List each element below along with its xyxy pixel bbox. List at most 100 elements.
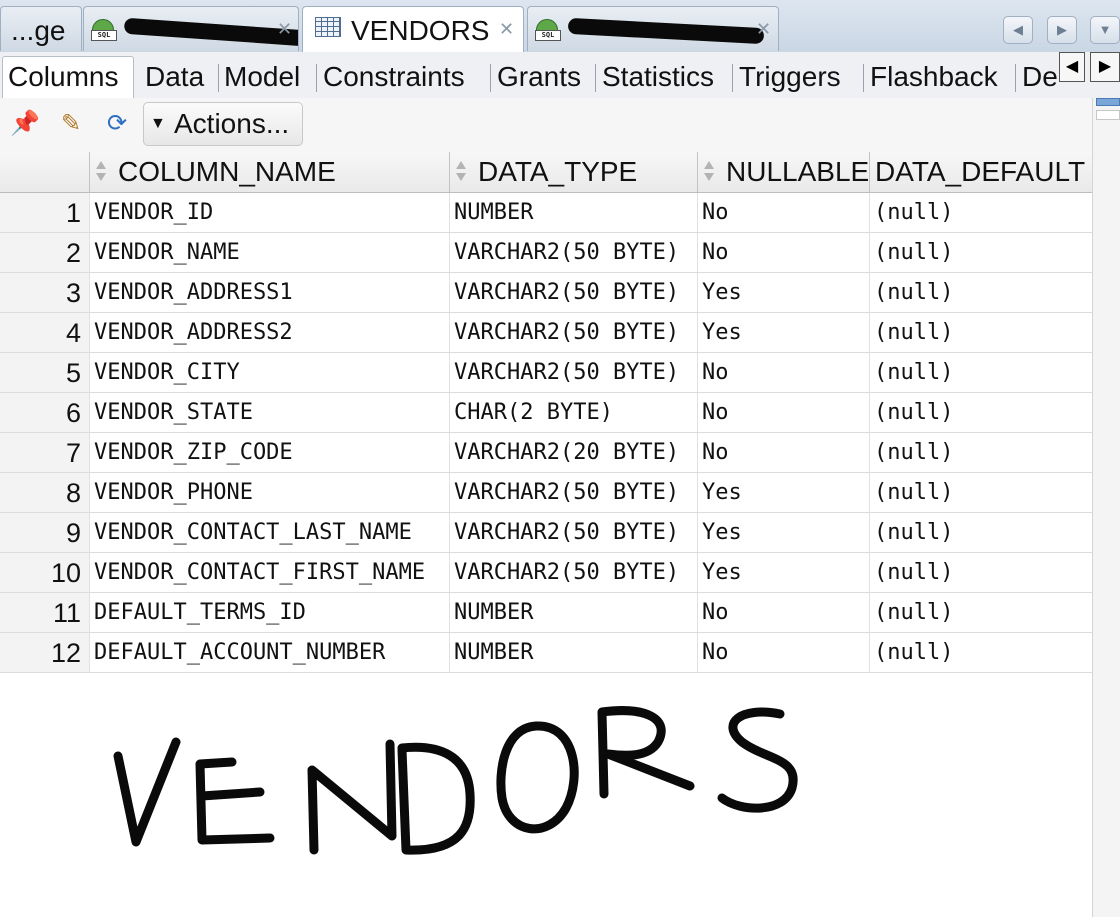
close-icon[interactable]: ✕ — [277, 7, 292, 51]
table-row[interactable]: 12 DEFAULT_ACCOUNT_NUMBER NUMBER No (null) — [0, 633, 1092, 673]
cell-data-default[interactable]: (null) — [870, 193, 1092, 232]
vertical-scrollbar[interactable] — [1092, 98, 1120, 917]
cell-data-default[interactable]: (null) — [870, 233, 1092, 272]
cell-data-default[interactable]: (null) — [870, 473, 1092, 512]
row-number[interactable]: 12 — [0, 633, 90, 672]
cell-column-name[interactable]: VENDOR_STATE — [90, 393, 450, 432]
cell-data-type[interactable]: VARCHAR2(50 BYTE) — [450, 553, 698, 592]
cell-nullable[interactable]: Yes — [698, 513, 870, 552]
refresh-icon[interactable]: ⟳ — [102, 110, 132, 138]
table-row[interactable]: 11 DEFAULT_TERMS_ID NUMBER No (null) — [0, 593, 1092, 633]
row-number[interactable]: 8 — [0, 473, 90, 512]
cell-data-type[interactable]: NUMBER — [450, 193, 698, 232]
cell-data-default[interactable]: (null) — [870, 273, 1092, 312]
cell-data-type[interactable]: NUMBER — [450, 593, 698, 632]
tab-constraints[interactable]: Constraints — [323, 57, 465, 97]
doc-tab-redacted-1[interactable]: SQL ✕ — [83, 6, 299, 51]
cell-column-name[interactable]: VENDOR_ADDRESS2 — [90, 313, 450, 352]
cell-data-type[interactable]: VARCHAR2(50 BYTE) — [450, 473, 698, 512]
row-number[interactable]: 4 — [0, 313, 90, 352]
cell-data-default[interactable]: (null) — [870, 313, 1092, 352]
cell-data-type[interactable]: VARCHAR2(50 BYTE) — [450, 233, 698, 272]
cell-column-name[interactable]: VENDOR_NAME — [90, 233, 450, 272]
header-data-type[interactable]: DATA_TYPE — [450, 152, 698, 192]
cell-nullable[interactable]: Yes — [698, 553, 870, 592]
cell-data-default[interactable]: (null) — [870, 433, 1092, 472]
cell-data-type[interactable]: VARCHAR2(50 BYTE) — [450, 313, 698, 352]
tabs-scroll-left-button[interactable]: ◀ — [1003, 16, 1033, 44]
close-icon[interactable]: ✕ — [499, 7, 514, 52]
header-nullable[interactable]: NULLABLE — [698, 152, 870, 192]
table-row[interactable]: 1 VENDOR_ID NUMBER No (null) — [0, 193, 1092, 233]
pin-icon[interactable]: 📌 — [10, 110, 40, 138]
cell-nullable[interactable]: No — [698, 593, 870, 632]
row-number[interactable]: 10 — [0, 553, 90, 592]
table-row[interactable]: 3 VENDOR_ADDRESS1 VARCHAR2(50 BYTE) Yes (nul… — [0, 273, 1092, 313]
actions-menu-button[interactable]: ▼ Actions... — [143, 102, 303, 146]
cell-column-name[interactable]: VENDOR_CONTACT_FIRST_NAME — [90, 553, 450, 592]
cell-data-type[interactable]: VARCHAR2(50 BYTE) — [450, 513, 698, 552]
subtabs-scroll-left-icon[interactable]: ◀ — [1059, 52, 1085, 82]
cell-data-type[interactable]: VARCHAR2(20 BYTE) — [450, 433, 698, 472]
close-icon[interactable]: ✕ — [756, 7, 771, 51]
table-row[interactable]: 8 VENDOR_PHONE VARCHAR2(50 BYTE) Yes (null) — [0, 473, 1092, 513]
cell-column-name[interactable]: VENDOR_ZIP_CODE — [90, 433, 450, 472]
tab-model[interactable]: Model — [224, 57, 300, 97]
cell-data-default[interactable]: (null) — [870, 593, 1092, 632]
cell-nullable[interactable]: Yes — [698, 473, 870, 512]
table-row[interactable]: 10 VENDOR_CONTACT_FIRST_NAME VARCHAR2(50 B… — [0, 553, 1092, 593]
cell-column-name[interactable]: VENDOR_CITY — [90, 353, 450, 392]
tab-details[interactable]: De — [1022, 57, 1058, 97]
cell-data-type[interactable]: VARCHAR2(50 BYTE) — [450, 353, 698, 392]
scrollbar-track[interactable] — [1096, 110, 1120, 120]
scrollbar-thumb[interactable] — [1096, 98, 1120, 106]
row-number[interactable]: 9 — [0, 513, 90, 552]
cell-data-type[interactable]: NUMBER — [450, 633, 698, 672]
tab-statistics[interactable]: Statistics — [602, 57, 714, 97]
cell-data-type[interactable]: CHAR(2 BYTE) — [450, 393, 698, 432]
cell-data-default[interactable]: (null) — [870, 353, 1092, 392]
cell-column-name[interactable]: DEFAULT_TERMS_ID — [90, 593, 450, 632]
row-number[interactable]: 7 — [0, 433, 90, 472]
subtabs-scroll-right-icon[interactable]: ▶ — [1090, 52, 1120, 82]
table-row[interactable]: 9 VENDOR_CONTACT_LAST_NAME VARCHAR2(50 BYT… — [0, 513, 1092, 553]
cell-data-type[interactable]: VARCHAR2(50 BYTE) — [450, 273, 698, 312]
doc-tab-vendors[interactable]: VENDORS ✕ — [302, 6, 524, 52]
tabs-scroll-right-button[interactable]: ▶ — [1047, 16, 1077, 44]
doc-tab-redacted-2[interactable]: SQL ✕ — [527, 6, 779, 51]
cell-column-name[interactable]: VENDOR_ID — [90, 193, 450, 232]
tab-columns[interactable]: Columns — [2, 56, 134, 98]
cell-nullable[interactable]: No — [698, 353, 870, 392]
row-number[interactable]: 1 — [0, 193, 90, 232]
header-data-default[interactable]: DATA_DEFAULT — [870, 152, 1092, 192]
table-row[interactable]: 7 VENDOR_ZIP_CODE VARCHAR2(20 BYTE) No (null… — [0, 433, 1092, 473]
cell-data-default[interactable]: (null) — [870, 633, 1092, 672]
table-row[interactable]: 5 VENDOR_CITY VARCHAR2(50 BYTE) No (null) — [0, 353, 1092, 393]
cell-nullable[interactable]: No — [698, 633, 870, 672]
cell-column-name[interactable]: VENDOR_PHONE — [90, 473, 450, 512]
header-column-name[interactable]: COLUMN_NAME — [90, 152, 450, 192]
row-number[interactable]: 2 — [0, 233, 90, 272]
cell-column-name[interactable]: DEFAULT_ACCOUNT_NUMBER — [90, 633, 450, 672]
table-row[interactable]: 6 VENDOR_STATE CHAR(2 BYTE) No (null) — [0, 393, 1092, 433]
cell-nullable[interactable]: No — [698, 393, 870, 432]
tab-data[interactable]: Data — [145, 57, 204, 97]
cell-nullable[interactable]: No — [698, 433, 870, 472]
tab-flashback[interactable]: Flashback — [870, 57, 998, 97]
cell-nullable[interactable]: Yes — [698, 273, 870, 312]
cell-column-name[interactable]: VENDOR_CONTACT_LAST_NAME — [90, 513, 450, 552]
row-number[interactable]: 5 — [0, 353, 90, 392]
row-number[interactable]: 6 — [0, 393, 90, 432]
tabs-list-button[interactable]: ▼ — [1090, 16, 1120, 44]
row-number[interactable]: 3 — [0, 273, 90, 312]
doc-tab-ge[interactable]: ...ge — [0, 6, 82, 51]
cell-nullable[interactable]: No — [698, 193, 870, 232]
edit-icon[interactable]: ✎ — [56, 110, 86, 138]
cell-nullable[interactable]: No — [698, 233, 870, 272]
tab-triggers[interactable]: Triggers — [739, 57, 841, 97]
cell-data-default[interactable]: (null) — [870, 553, 1092, 592]
cell-data-default[interactable]: (null) — [870, 513, 1092, 552]
tab-grants[interactable]: Grants — [497, 57, 581, 97]
row-number[interactable]: 11 — [0, 593, 90, 632]
cell-column-name[interactable]: VENDOR_ADDRESS1 — [90, 273, 450, 312]
